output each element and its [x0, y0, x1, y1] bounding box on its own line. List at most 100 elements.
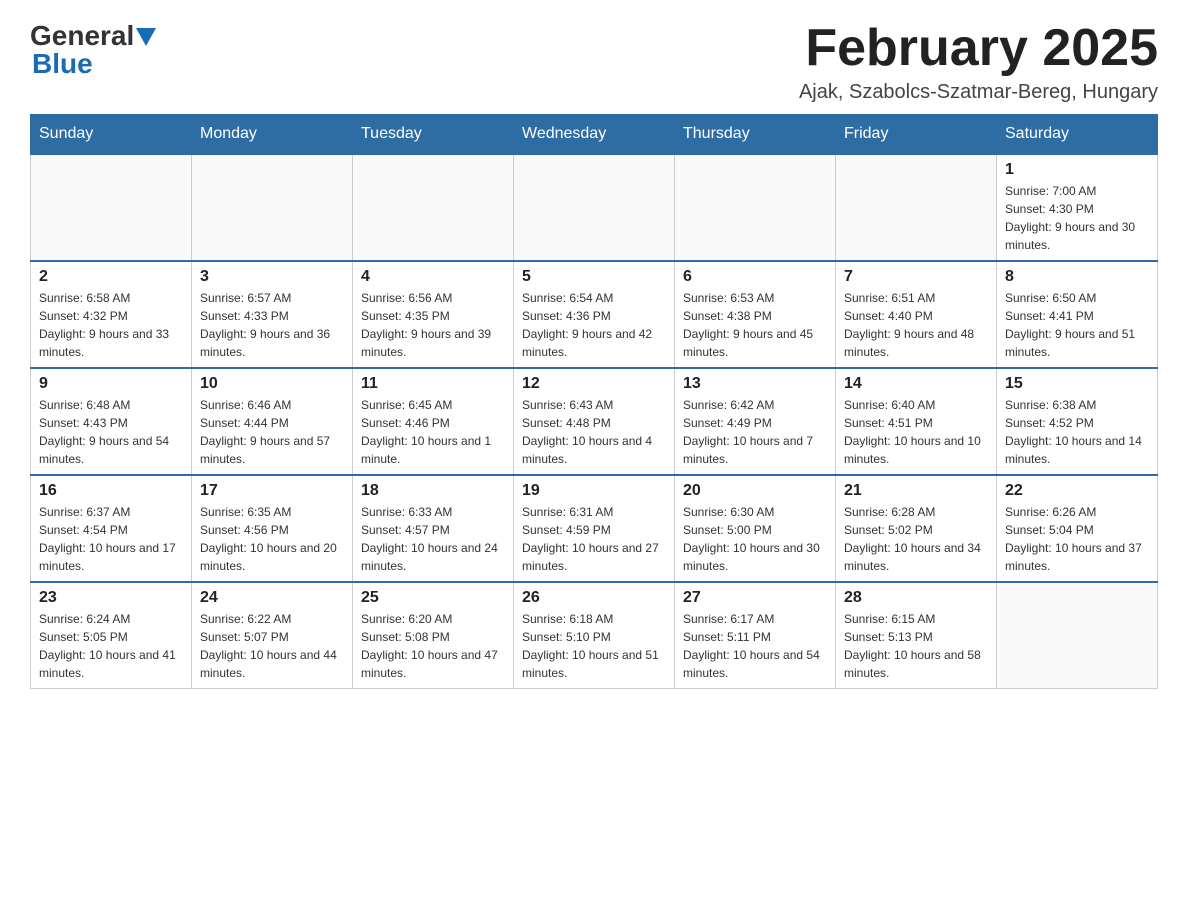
day-info: Sunrise: 6:48 AM Sunset: 4:43 PM Dayligh…	[39, 396, 183, 468]
day-number: 4	[361, 268, 505, 286]
calendar-header-wednesday: Wednesday	[514, 115, 675, 155]
calendar-cell: 15 Sunrise: 6:38 AM Sunset: 4:52 PM Dayli…	[997, 368, 1158, 475]
day-info: Sunrise: 6:33 AM Sunset: 4:57 PM Dayligh…	[361, 503, 505, 575]
day-number: 14	[844, 375, 988, 393]
day-number: 16	[39, 482, 183, 500]
calendar-cell: 22 Sunrise: 6:26 AM Sunset: 5:04 PM Dayli…	[997, 475, 1158, 582]
title-section: February 2025 Ajak, Szabolcs-Szatmar-Ber…	[799, 20, 1158, 104]
calendar-cell	[31, 154, 192, 261]
calendar-cell	[836, 154, 997, 261]
calendar-header-thursday: Thursday	[675, 115, 836, 155]
calendar-cell	[997, 582, 1158, 689]
day-number: 22	[1005, 482, 1149, 500]
day-number: 23	[39, 589, 183, 607]
day-number: 15	[1005, 375, 1149, 393]
day-info: Sunrise: 6:58 AM Sunset: 4:32 PM Dayligh…	[39, 289, 183, 361]
calendar-cell	[675, 154, 836, 261]
calendar-cell: 6Sunrise: 6:53 AM Sunset: 4:38 PM Daylig…	[675, 261, 836, 368]
calendar-cell: 2 Sunrise: 6:58 AM Sunset: 4:32 PM Daylig…	[31, 261, 192, 368]
day-info: Sunrise: 6:43 AM Sunset: 4:48 PM Dayligh…	[522, 396, 666, 468]
calendar-header-tuesday: Tuesday	[353, 115, 514, 155]
day-info: Sunrise: 6:35 AM Sunset: 4:56 PM Dayligh…	[200, 503, 344, 575]
calendar-cell: 4 Sunrise: 6:56 AM Sunset: 4:35 PM Daylig…	[353, 261, 514, 368]
calendar-header-friday: Friday	[836, 115, 997, 155]
day-number: 2	[39, 268, 183, 286]
day-info: Sunrise: 6:28 AM Sunset: 5:02 PM Dayligh…	[844, 503, 988, 575]
calendar-week-row: 23 Sunrise: 6:24 AM Sunset: 5:05 PM Dayli…	[31, 582, 1158, 689]
day-info: Sunrise: 6:24 AM Sunset: 5:05 PM Dayligh…	[39, 610, 183, 682]
calendar-cell: 7 Sunrise: 6:51 AM Sunset: 4:40 PM Daylig…	[836, 261, 997, 368]
day-number: 7	[844, 268, 988, 286]
day-number: 25	[361, 589, 505, 607]
day-info: Sunrise: 6:50 AM Sunset: 4:41 PM Dayligh…	[1005, 289, 1149, 361]
calendar-week-row: 2 Sunrise: 6:58 AM Sunset: 4:32 PM Daylig…	[31, 261, 1158, 368]
day-info: Sunrise: 6:51 AM Sunset: 4:40 PM Dayligh…	[844, 289, 988, 361]
day-info: Sunrise: 6:18 AM Sunset: 5:10 PM Dayligh…	[522, 610, 666, 682]
day-number: 6	[683, 268, 827, 286]
day-number: 24	[200, 589, 344, 607]
day-info: Sunrise: 6:56 AM Sunset: 4:35 PM Dayligh…	[361, 289, 505, 361]
day-info: Sunrise: 6:42 AM Sunset: 4:49 PM Dayligh…	[683, 396, 827, 468]
calendar-cell: 12 Sunrise: 6:43 AM Sunset: 4:48 PM Dayli…	[514, 368, 675, 475]
calendar-week-row: 9 Sunrise: 6:48 AM Sunset: 4:43 PM Daylig…	[31, 368, 1158, 475]
calendar-cell: 13 Sunrise: 6:42 AM Sunset: 4:49 PM Dayli…	[675, 368, 836, 475]
calendar-cell: 16Sunrise: 6:37 AM Sunset: 4:54 PM Dayli…	[31, 475, 192, 582]
day-info: Sunrise: 6:46 AM Sunset: 4:44 PM Dayligh…	[200, 396, 344, 468]
day-number: 10	[200, 375, 344, 393]
calendar-cell: 14 Sunrise: 6:40 AM Sunset: 4:51 PM Dayli…	[836, 368, 997, 475]
calendar-cell: 21Sunrise: 6:28 AM Sunset: 5:02 PM Dayli…	[836, 475, 997, 582]
calendar-cell: 11Sunrise: 6:45 AM Sunset: 4:46 PM Dayli…	[353, 368, 514, 475]
calendar-cell	[514, 154, 675, 261]
day-info: Sunrise: 6:15 AM Sunset: 5:13 PM Dayligh…	[844, 610, 988, 682]
logo-triangle-icon	[136, 28, 156, 46]
calendar-cell: 26 Sunrise: 6:18 AM Sunset: 5:10 PM Dayli…	[514, 582, 675, 689]
day-info: Sunrise: 6:54 AM Sunset: 4:36 PM Dayligh…	[522, 289, 666, 361]
calendar-cell: 23 Sunrise: 6:24 AM Sunset: 5:05 PM Dayli…	[31, 582, 192, 689]
day-number: 20	[683, 482, 827, 500]
logo: General Blue	[30, 20, 156, 80]
calendar-week-row: 1 Sunrise: 7:00 AM Sunset: 4:30 PM Daylig…	[31, 154, 1158, 261]
logo-blue-text: Blue	[30, 48, 93, 80]
day-info: Sunrise: 6:17 AM Sunset: 5:11 PM Dayligh…	[683, 610, 827, 682]
calendar-cell: 1 Sunrise: 7:00 AM Sunset: 4:30 PM Daylig…	[997, 154, 1158, 261]
day-number: 17	[200, 482, 344, 500]
day-info: Sunrise: 6:22 AM Sunset: 5:07 PM Dayligh…	[200, 610, 344, 682]
calendar-cell: 17 Sunrise: 6:35 AM Sunset: 4:56 PM Dayli…	[192, 475, 353, 582]
day-info: Sunrise: 6:38 AM Sunset: 4:52 PM Dayligh…	[1005, 396, 1149, 468]
calendar-header-saturday: Saturday	[997, 115, 1158, 155]
day-number: 3	[200, 268, 344, 286]
day-info: Sunrise: 6:20 AM Sunset: 5:08 PM Dayligh…	[361, 610, 505, 682]
day-info: Sunrise: 6:57 AM Sunset: 4:33 PM Dayligh…	[200, 289, 344, 361]
day-number: 9	[39, 375, 183, 393]
calendar-cell: 27 Sunrise: 6:17 AM Sunset: 5:11 PM Dayli…	[675, 582, 836, 689]
calendar-cell	[353, 154, 514, 261]
calendar-cell: 9 Sunrise: 6:48 AM Sunset: 4:43 PM Daylig…	[31, 368, 192, 475]
calendar-week-row: 16Sunrise: 6:37 AM Sunset: 4:54 PM Dayli…	[31, 475, 1158, 582]
calendar-header-row: SundayMondayTuesdayWednesdayThursdayFrid…	[31, 115, 1158, 155]
day-info: Sunrise: 6:31 AM Sunset: 4:59 PM Dayligh…	[522, 503, 666, 575]
day-number: 8	[1005, 268, 1149, 286]
calendar-cell: 5 Sunrise: 6:54 AM Sunset: 4:36 PM Daylig…	[514, 261, 675, 368]
calendar-cell: 28Sunrise: 6:15 AM Sunset: 5:13 PM Dayli…	[836, 582, 997, 689]
calendar-cell: 19 Sunrise: 6:31 AM Sunset: 4:59 PM Dayli…	[514, 475, 675, 582]
month-title: February 2025	[799, 20, 1158, 77]
day-info: Sunrise: 6:26 AM Sunset: 5:04 PM Dayligh…	[1005, 503, 1149, 575]
day-number: 19	[522, 482, 666, 500]
day-number: 5	[522, 268, 666, 286]
day-number: 12	[522, 375, 666, 393]
day-number: 18	[361, 482, 505, 500]
day-info: Sunrise: 6:45 AM Sunset: 4:46 PM Dayligh…	[361, 396, 505, 468]
day-number: 27	[683, 589, 827, 607]
day-info: Sunrise: 7:00 AM Sunset: 4:30 PM Dayligh…	[1005, 182, 1149, 254]
day-number: 26	[522, 589, 666, 607]
calendar-cell	[192, 154, 353, 261]
day-number: 1	[1005, 161, 1149, 179]
day-number: 13	[683, 375, 827, 393]
calendar-cell: 10 Sunrise: 6:46 AM Sunset: 4:44 PM Dayli…	[192, 368, 353, 475]
calendar-header-monday: Monday	[192, 115, 353, 155]
location-subtitle: Ajak, Szabolcs-Szatmar-Bereg, Hungary	[799, 81, 1158, 104]
day-info: Sunrise: 6:40 AM Sunset: 4:51 PM Dayligh…	[844, 396, 988, 468]
day-info: Sunrise: 6:30 AM Sunset: 5:00 PM Dayligh…	[683, 503, 827, 575]
calendar-cell: 18 Sunrise: 6:33 AM Sunset: 4:57 PM Dayli…	[353, 475, 514, 582]
calendar-cell: 25 Sunrise: 6:20 AM Sunset: 5:08 PM Dayli…	[353, 582, 514, 689]
